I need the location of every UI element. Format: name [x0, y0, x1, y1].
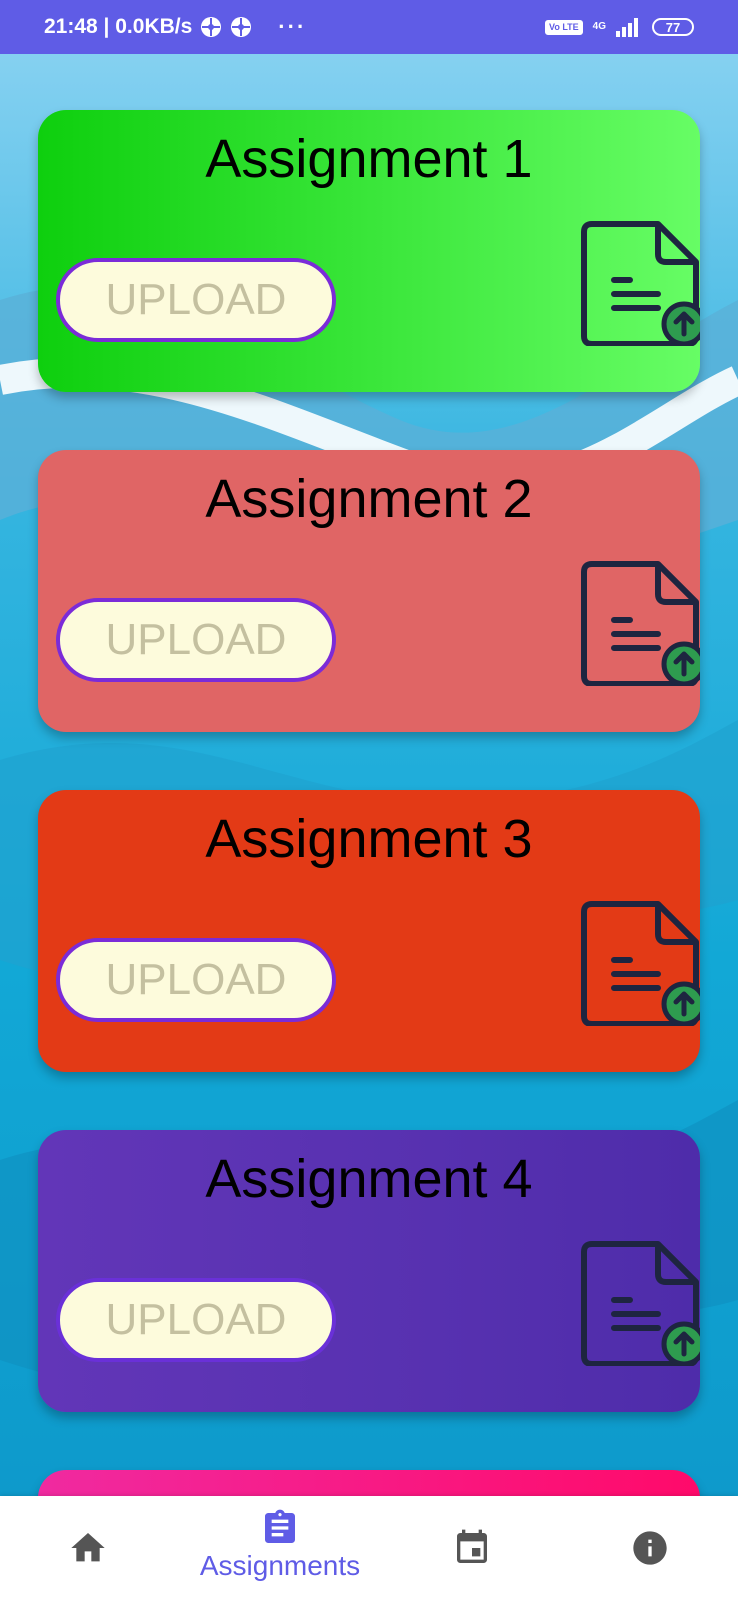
- volte-badge: Vo LTE: [544, 19, 583, 35]
- assignment-title: Assignment 4: [205, 1149, 533, 1209]
- upload-button[interactable]: UPLOAD: [56, 938, 336, 1022]
- signal-icon: [616, 18, 638, 37]
- assignment-card[interactable]: Assignment 4 UPLOAD: [38, 1130, 700, 1412]
- upload-button[interactable]: UPLOAD: [56, 258, 336, 342]
- file-upload-icon[interactable]: [566, 558, 700, 686]
- battery-indicator: 77: [652, 18, 694, 36]
- network-type: 4G: [592, 21, 606, 32]
- upload-button[interactable]: UPLOAD: [56, 598, 336, 682]
- home-icon: [71, 1533, 105, 1562]
- assignment-card[interactable]: Assignment 1 UPLOAD: [38, 110, 700, 392]
- app-notification-icon: [231, 17, 252, 37]
- app-notification-icon: [201, 17, 222, 37]
- nav-home[interactable]: [48, 1496, 128, 1600]
- file-upload-icon[interactable]: [566, 218, 700, 346]
- info-icon: [633, 1531, 667, 1565]
- assignment-title: Assignment 1: [205, 129, 533, 189]
- file-upload-icon[interactable]: [566, 898, 700, 1026]
- nav-info[interactable]: [610, 1496, 690, 1600]
- time-speed: 21:48 | 0.0KB/s: [44, 15, 193, 38]
- more-notifications-icon: ···: [278, 14, 307, 39]
- bottom-navigation: Assignments: [0, 1496, 738, 1600]
- nav-assignments-label: Assignments: [199, 1550, 361, 1581]
- status-bar: 21:48 | 0.0KB/s ··· Vo LTE 4G 77: [0, 0, 738, 54]
- nav-assignments[interactable]: Assignments: [180, 1496, 380, 1600]
- calendar-icon: [457, 1529, 487, 1563]
- assignment-title: Assignment 3: [205, 809, 533, 869]
- assignment-title: Assignment 2: [205, 469, 533, 529]
- file-upload-icon[interactable]: [566, 1238, 700, 1366]
- assignment-card[interactable]: Assignment 3 UPLOAD: [38, 790, 700, 1072]
- assignment-icon: [265, 1509, 295, 1543]
- nav-calendar[interactable]: [432, 1496, 512, 1600]
- assignment-card[interactable]: Assignment 2 UPLOAD: [38, 450, 700, 732]
- upload-button[interactable]: UPLOAD: [56, 1278, 336, 1362]
